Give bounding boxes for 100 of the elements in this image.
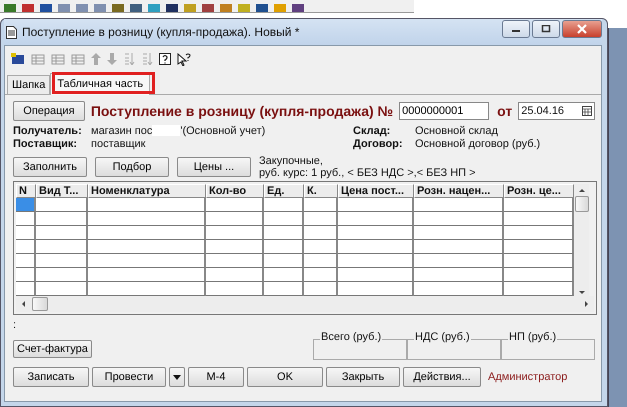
maximize-button[interactable] bbox=[532, 20, 560, 38]
table-cell[interactable] bbox=[338, 212, 414, 226]
table-cell[interactable] bbox=[16, 268, 36, 282]
table-cell[interactable] bbox=[304, 212, 338, 226]
table-cell[interactable] bbox=[88, 254, 206, 268]
table-cell[interactable] bbox=[16, 282, 36, 296]
table-cell[interactable] bbox=[338, 240, 414, 254]
column-header[interactable]: Вид Т... bbox=[36, 184, 88, 198]
table-cell[interactable] bbox=[16, 226, 36, 240]
table-cell[interactable] bbox=[88, 226, 206, 240]
add-row-icon[interactable] bbox=[11, 53, 25, 65]
column-header[interactable]: К. bbox=[304, 184, 338, 198]
table-cell[interactable] bbox=[338, 254, 414, 268]
table-cell[interactable] bbox=[264, 268, 304, 282]
column-header[interactable]: Цена пост... bbox=[338, 184, 414, 198]
scroll-left-icon[interactable] bbox=[20, 300, 26, 308]
table-cell[interactable] bbox=[36, 198, 88, 212]
grid-icon[interactable] bbox=[71, 53, 85, 65]
table-cell[interactable] bbox=[88, 282, 206, 296]
pointer-help-icon[interactable] bbox=[177, 52, 191, 66]
table-cell[interactable] bbox=[16, 212, 36, 226]
minimize-button[interactable] bbox=[502, 20, 530, 38]
table-cell[interactable] bbox=[88, 268, 206, 282]
table-cell[interactable] bbox=[504, 268, 574, 282]
tab[interactable]: Шапка bbox=[7, 75, 50, 94]
table-cell[interactable] bbox=[36, 212, 88, 226]
scroll-up-icon[interactable] bbox=[578, 187, 586, 193]
table-cell[interactable] bbox=[338, 198, 414, 212]
close-button[interactable] bbox=[562, 20, 602, 38]
table-cell[interactable] bbox=[36, 268, 88, 282]
table-cell[interactable] bbox=[16, 254, 36, 268]
form-button[interactable]: Действия... bbox=[403, 367, 481, 387]
table-cell[interactable] bbox=[304, 240, 338, 254]
help-icon[interactable] bbox=[159, 53, 171, 65]
table-cell[interactable] bbox=[304, 226, 338, 240]
column-header[interactable]: Розн. нацен... bbox=[414, 184, 504, 198]
table-cell[interactable] bbox=[338, 268, 414, 282]
table-cell[interactable] bbox=[206, 198, 264, 212]
table-cell[interactable] bbox=[206, 226, 264, 240]
grid-icon[interactable] bbox=[31, 53, 45, 65]
table-cell[interactable] bbox=[338, 226, 414, 240]
table-cell[interactable] bbox=[264, 198, 304, 212]
table-cell[interactable] bbox=[206, 282, 264, 296]
table-cell[interactable] bbox=[264, 254, 304, 268]
scroll-thumb[interactable] bbox=[32, 297, 48, 311]
operation-button[interactable]: Операция bbox=[13, 101, 85, 121]
table-cell[interactable] bbox=[36, 240, 88, 254]
table-cell[interactable] bbox=[16, 240, 36, 254]
table-cell[interactable] bbox=[304, 254, 338, 268]
form-button[interactable]: OK bbox=[247, 367, 323, 387]
number-field[interactable]: 0000000001 bbox=[399, 102, 490, 120]
column-header[interactable]: Номенклатура bbox=[88, 184, 206, 198]
scroll-right-icon[interactable] bbox=[584, 300, 590, 308]
dropdown-button[interactable] bbox=[169, 367, 185, 387]
action-button[interactable]: Цены ... bbox=[177, 157, 251, 177]
table-cell[interactable] bbox=[264, 212, 304, 226]
form-button[interactable]: М-4 bbox=[188, 367, 244, 387]
table-cell[interactable] bbox=[36, 254, 88, 268]
column-header[interactable]: Ед. bbox=[264, 184, 304, 198]
table-cell[interactable] bbox=[36, 226, 88, 240]
table-cell[interactable] bbox=[206, 212, 264, 226]
form-button[interactable]: Записать bbox=[13, 367, 89, 387]
form-button[interactable]: Провести bbox=[92, 367, 166, 387]
table-cell[interactable] bbox=[504, 240, 574, 254]
table-cell[interactable] bbox=[414, 268, 504, 282]
table-cell[interactable] bbox=[414, 226, 504, 240]
table-cell[interactable] bbox=[414, 240, 504, 254]
table-cell[interactable] bbox=[88, 212, 206, 226]
column-header[interactable]: Розн. це... bbox=[504, 184, 574, 198]
table-cell[interactable] bbox=[304, 198, 338, 212]
table-cell[interactable] bbox=[414, 254, 504, 268]
table-cell[interactable] bbox=[88, 240, 206, 254]
grid-icon[interactable] bbox=[51, 53, 65, 65]
table-cell[interactable] bbox=[504, 212, 574, 226]
form-button[interactable]: Закрыть bbox=[326, 367, 400, 387]
table-cell[interactable] bbox=[88, 198, 206, 212]
column-header[interactable]: Кол-во bbox=[206, 184, 264, 198]
table-cell[interactable] bbox=[206, 254, 264, 268]
table-cell[interactable] bbox=[206, 268, 264, 282]
date-field[interactable]: 25.04.16 bbox=[518, 102, 595, 120]
table-cell[interactable] bbox=[16, 198, 36, 212]
table-cell[interactable] bbox=[504, 254, 574, 268]
table-cell[interactable] bbox=[264, 282, 304, 296]
table-cell[interactable] bbox=[36, 282, 88, 296]
table-cell[interactable] bbox=[338, 282, 414, 296]
table-cell[interactable] bbox=[414, 282, 504, 296]
table-cell[interactable] bbox=[414, 198, 504, 212]
table-cell[interactable] bbox=[264, 226, 304, 240]
table-cell[interactable] bbox=[504, 282, 574, 296]
action-button[interactable]: Подбор bbox=[95, 157, 169, 177]
table-cell[interactable] bbox=[414, 212, 504, 226]
column-header[interactable]: N bbox=[16, 184, 36, 198]
table-cell[interactable] bbox=[264, 240, 304, 254]
table-cell[interactable] bbox=[504, 198, 574, 212]
table-cell[interactable] bbox=[206, 240, 264, 254]
invoice-button[interactable]: Счет-фактура bbox=[13, 340, 92, 358]
scroll-thumb[interactable] bbox=[574, 196, 588, 212]
table-cell[interactable] bbox=[304, 282, 338, 296]
table-cell[interactable] bbox=[304, 268, 338, 282]
calendar-icon[interactable] bbox=[582, 106, 592, 116]
